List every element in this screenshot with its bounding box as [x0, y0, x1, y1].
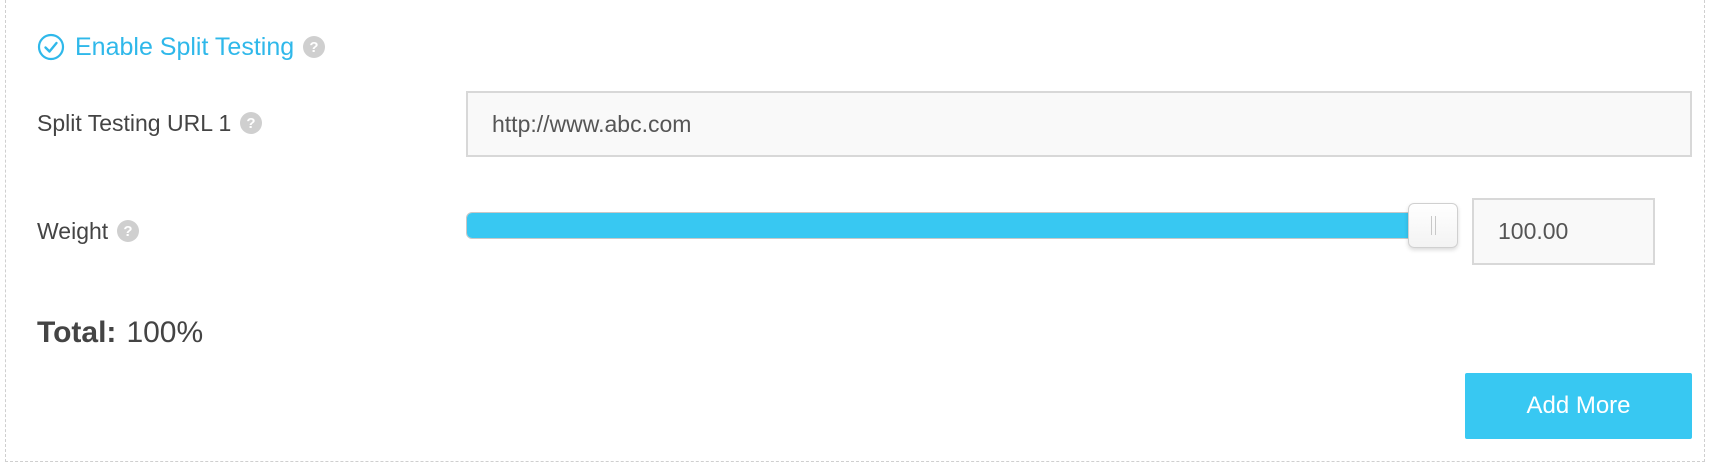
svg-text:?: ?	[124, 223, 133, 240]
weight-slider-handle[interactable]	[1408, 203, 1458, 248]
add-more-button[interactable]: Add More	[1465, 373, 1692, 439]
weight-slider-fill	[467, 213, 1434, 238]
weight-label: Weight	[37, 217, 109, 244]
enable-split-testing-label: Enable Split Testing	[75, 32, 295, 61]
split-testing-url-label-row: Split Testing URL 1 ?	[37, 108, 263, 138]
weight-slider-track[interactable]	[466, 212, 1458, 239]
weight-value-input[interactable]	[1472, 198, 1655, 265]
question-circle-icon[interactable]: ?	[117, 220, 140, 242]
enable-split-testing-toggle[interactable]: Enable Split Testing ?	[37, 32, 326, 62]
split-testing-panel: Enable Split Testing ? Split Testing URL…	[5, 0, 1705, 462]
weight-label-row: Weight ?	[37, 216, 140, 246]
split-testing-url-label: Split Testing URL 1	[37, 109, 232, 136]
total-row: Total: 100%	[37, 313, 203, 353]
total-value: 100%	[126, 316, 204, 349]
split-testing-url-input[interactable]	[466, 91, 1692, 157]
total-label: Total:	[37, 316, 117, 349]
question-circle-icon[interactable]: ?	[303, 36, 326, 58]
check-circle-icon	[37, 33, 65, 61]
svg-text:?: ?	[310, 39, 319, 56]
question-circle-icon[interactable]: ?	[240, 112, 263, 134]
svg-text:?: ?	[247, 115, 256, 132]
